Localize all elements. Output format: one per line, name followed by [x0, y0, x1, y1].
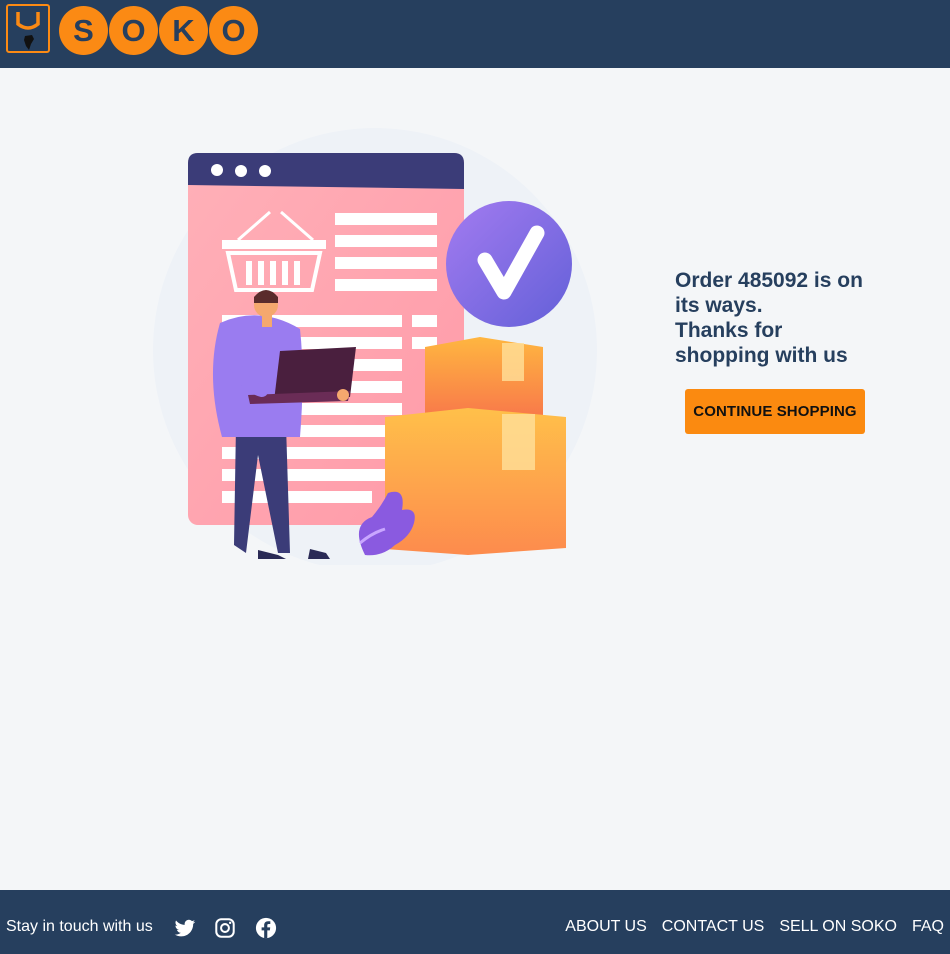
logo-letter-o[interactable]: O [109, 6, 158, 55]
message-line: Thanks for [675, 319, 783, 342]
footer: Stay in touch with us ABOUT US CONTACT U… [0, 890, 950, 954]
message-line: Order 485092 is on [675, 269, 863, 292]
footer-link-about-us[interactable]: ABOUT US [565, 918, 647, 936]
soko-logo-mark[interactable] [6, 4, 50, 53]
top-navbar: S O K O [0, 0, 950, 68]
footer-link-sell-on-soko[interactable]: SELL ON SOKO [779, 918, 897, 936]
twitter-icon[interactable] [174, 917, 196, 939]
stay-in-touch-text: Stay in touch with us [6, 918, 153, 935]
footer-link-faq[interactable]: FAQ [912, 918, 944, 936]
message-line: shopping with us [675, 344, 848, 367]
order-confirmation-message: Order 485092 is on its ways. Thanks for … [675, 268, 905, 368]
logo-letter-k[interactable]: K [159, 6, 208, 55]
logo-africa-icon [16, 12, 40, 50]
message-line: its ways. [675, 294, 763, 317]
facebook-icon[interactable] [255, 917, 277, 939]
footer-link-contact-us[interactable]: CONTACT US [662, 918, 765, 936]
instagram-icon[interactable] [214, 917, 236, 939]
footer-links: ABOUT US CONTACT US SELL ON SOKO FAQ [565, 918, 944, 936]
logo-letter-o-2[interactable]: O [209, 6, 258, 55]
continue-shopping-button[interactable]: CONTINUE SHOPPING [685, 389, 865, 434]
logo-letter-s[interactable]: S [59, 6, 108, 55]
order-confirmed-illustration [153, 128, 597, 565]
